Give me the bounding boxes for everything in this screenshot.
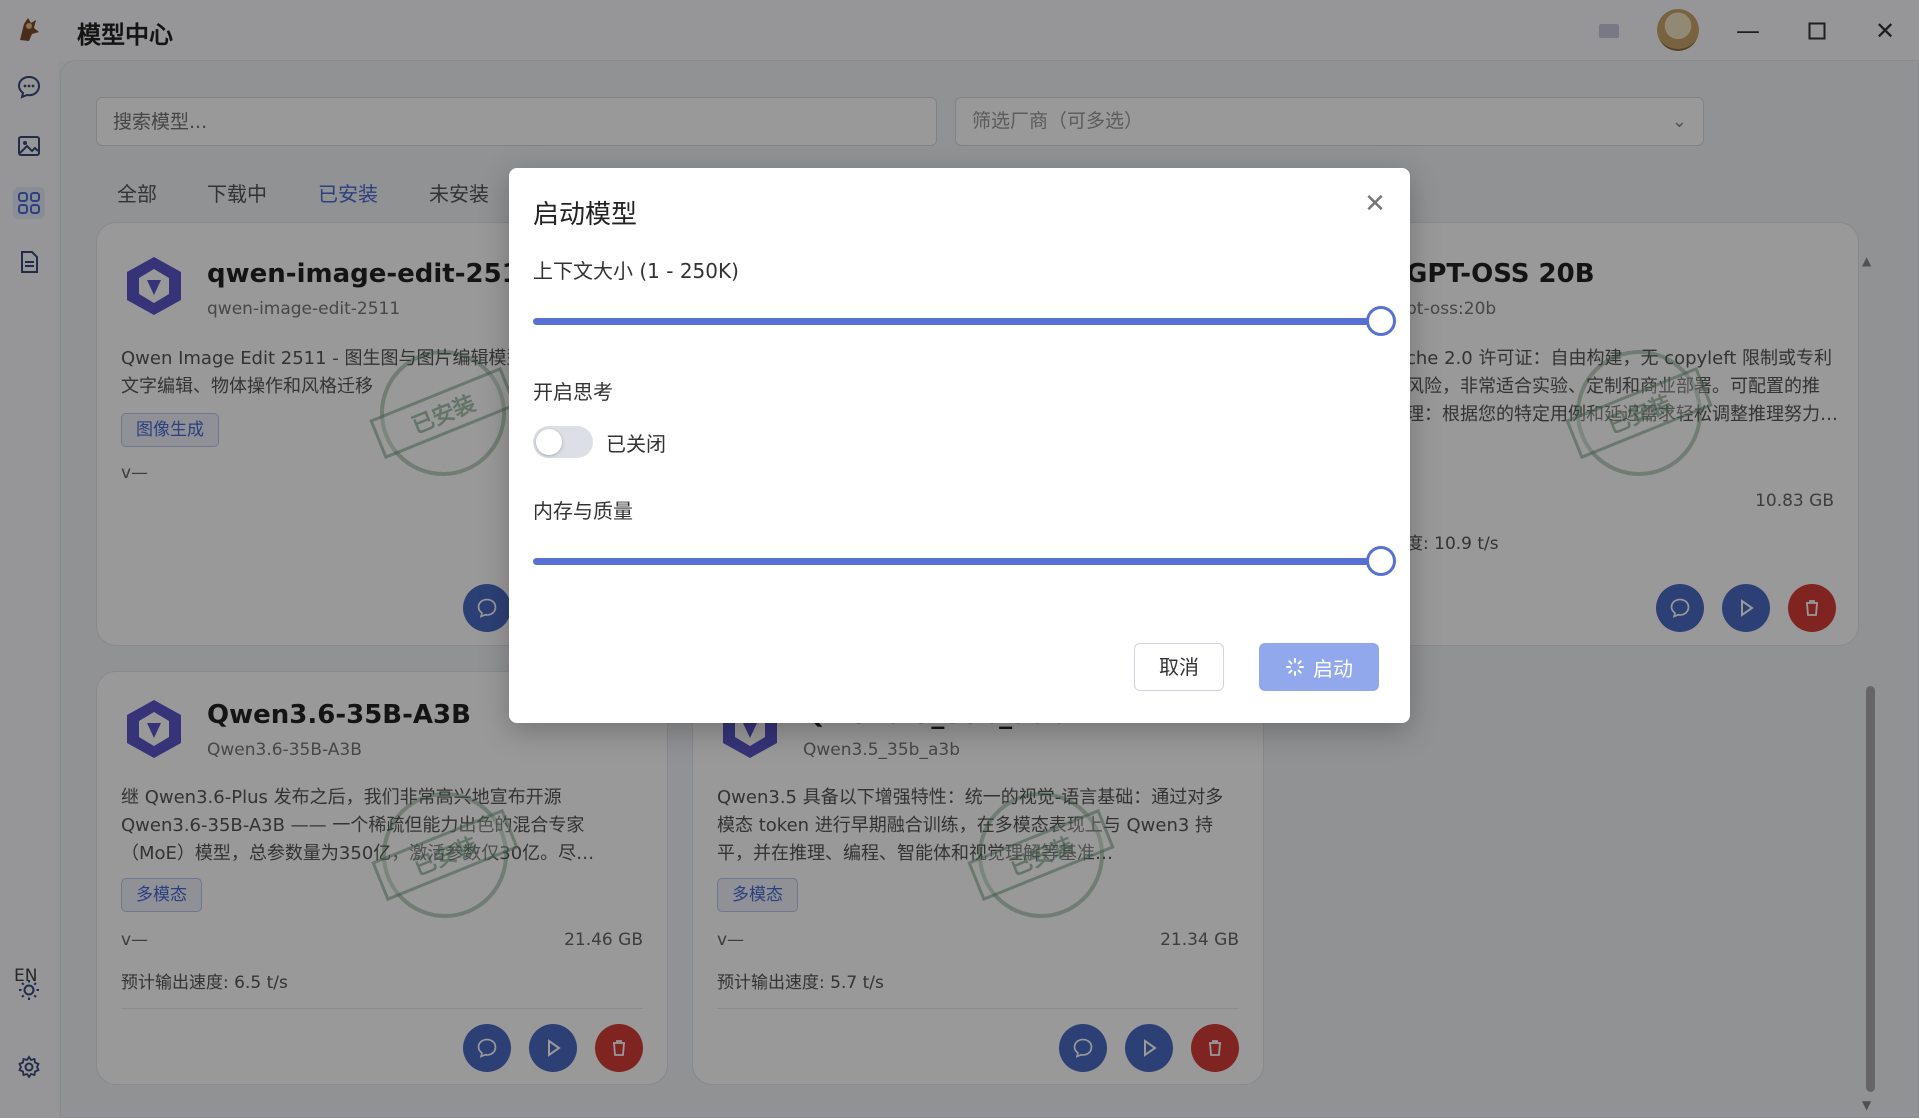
thinking-toggle[interactable]: [533, 426, 593, 458]
thinking-state-label: 已关闭: [606, 432, 666, 456]
loading-spinner-icon: [1286, 658, 1304, 676]
start-button-label: 启动: [1313, 656, 1353, 681]
slider-handle[interactable]: [1366, 546, 1396, 576]
slider-fill: [533, 558, 1381, 565]
close-icon[interactable]: ✕: [1361, 190, 1389, 218]
toggle-knob: [536, 429, 562, 455]
memory-quality-slider[interactable]: [533, 546, 1396, 576]
slider-handle[interactable]: [1366, 306, 1396, 336]
memory-quality-label: 内存与质量: [533, 499, 633, 523]
start-button[interactable]: 启动: [1259, 643, 1379, 691]
context-size-label: 上下文大小 (1 - 250K): [533, 259, 739, 283]
thinking-label: 开启思考: [533, 380, 613, 404]
dialog-title: 启动模型: [533, 200, 638, 230]
slider-fill: [533, 318, 1381, 325]
cancel-button[interactable]: 取消: [1134, 643, 1224, 691]
context-size-slider[interactable]: [533, 306, 1396, 336]
launch-model-dialog: 启动模型 ✕ 上下文大小 (1 - 250K) 开启思考 已关闭 内存与质量 取…: [509, 168, 1410, 723]
